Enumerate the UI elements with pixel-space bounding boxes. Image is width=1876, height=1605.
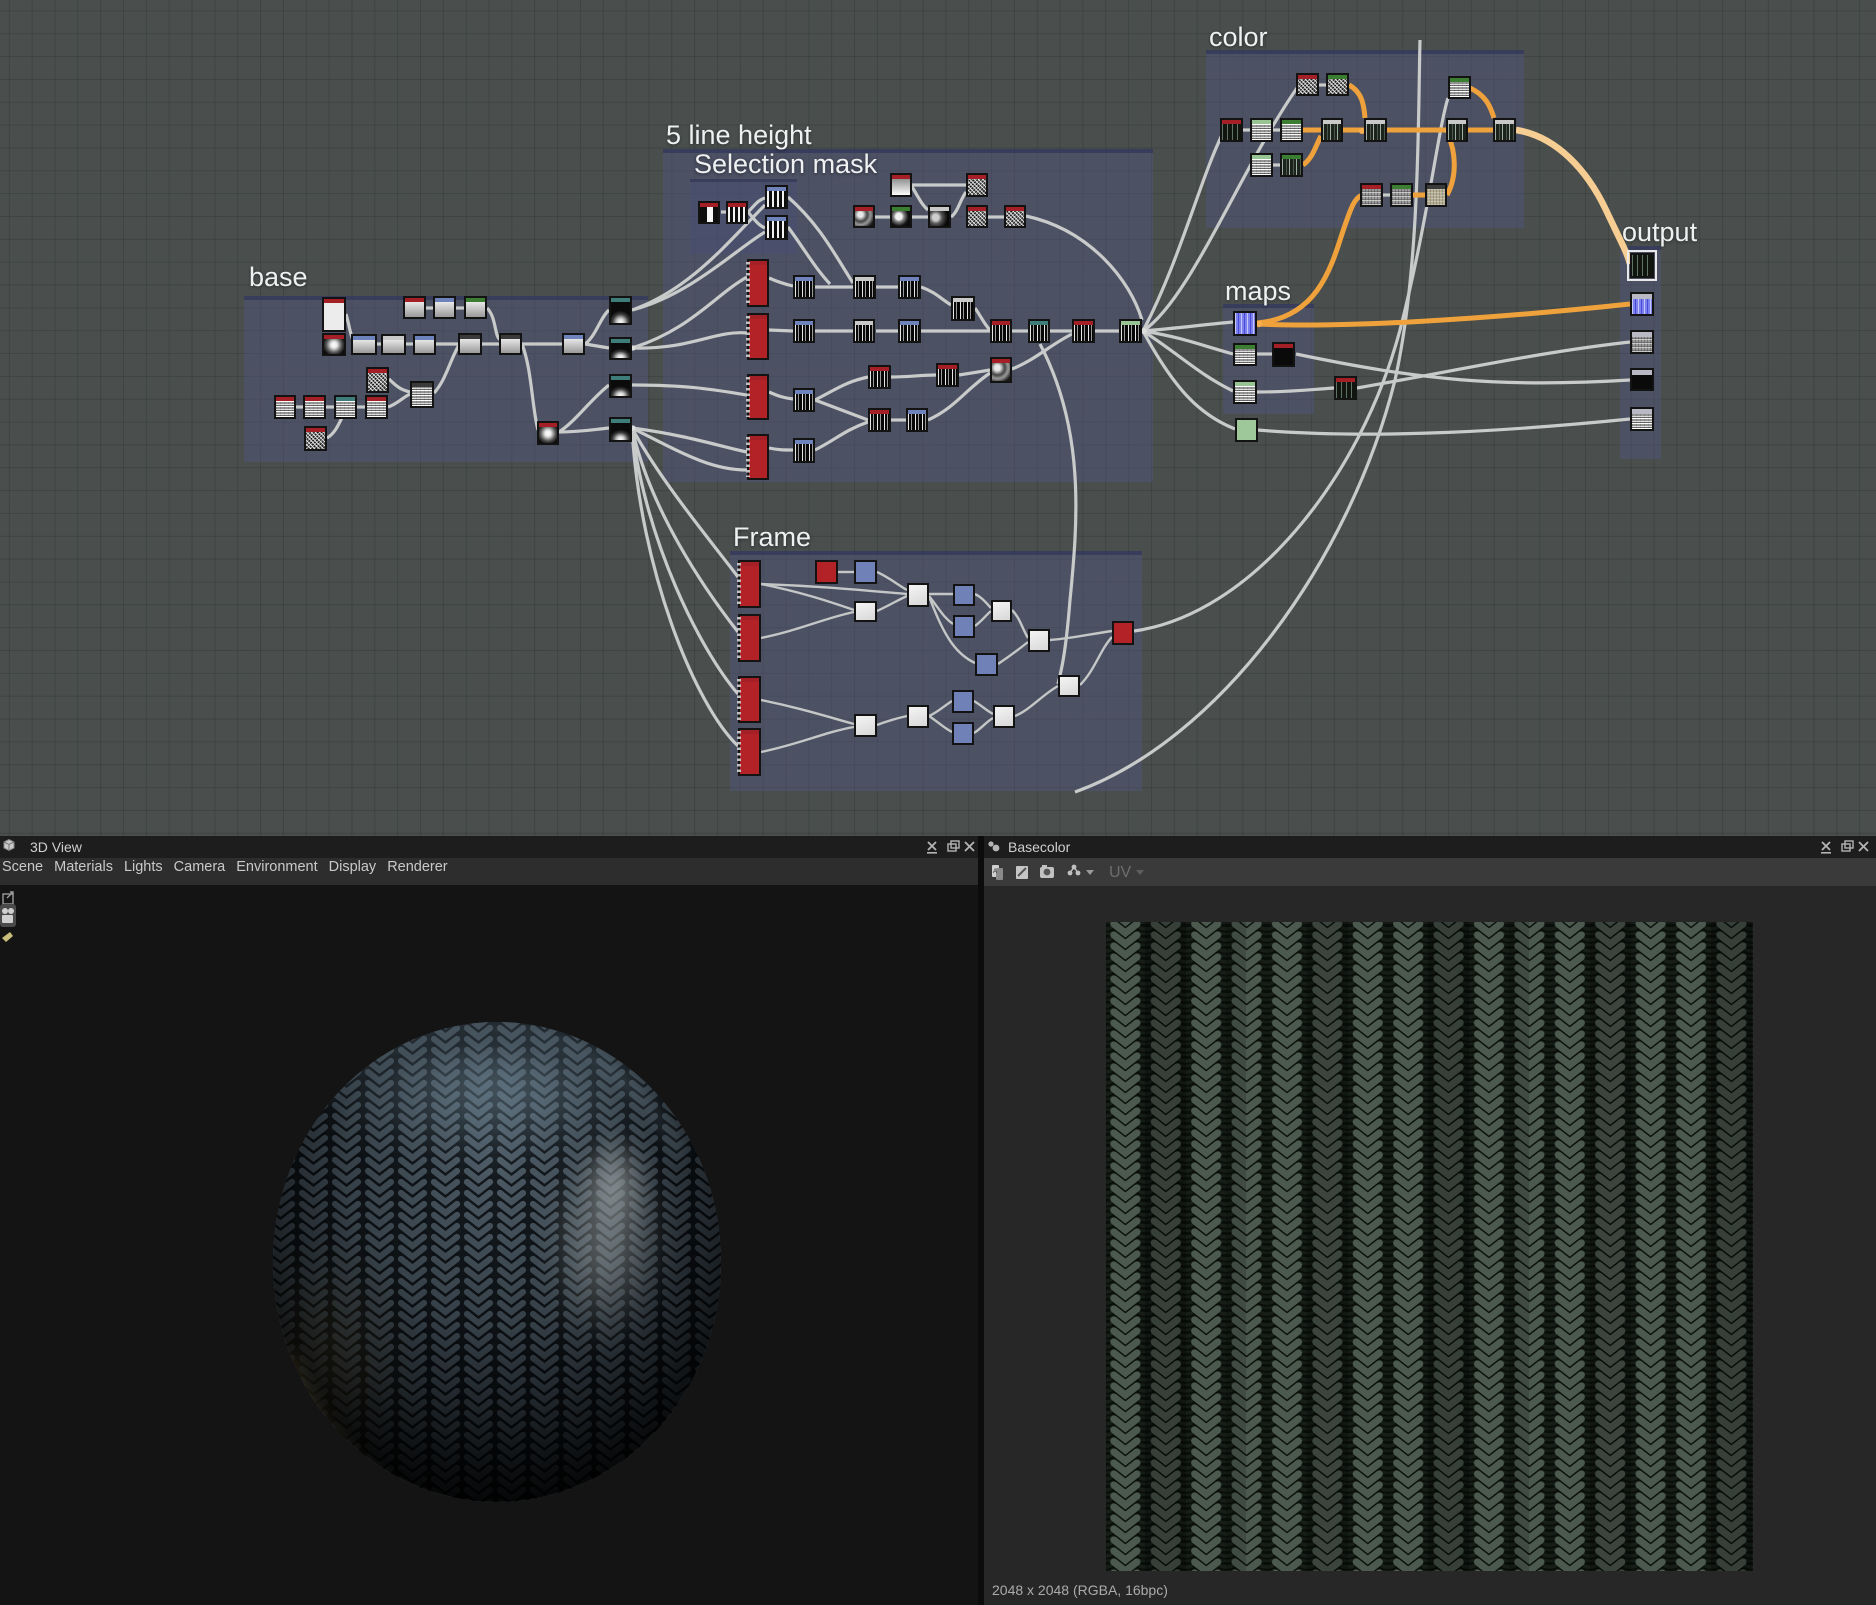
svg-text:UV: UV (1109, 864, 1132, 881)
svg-text:A: A (993, 869, 997, 875)
